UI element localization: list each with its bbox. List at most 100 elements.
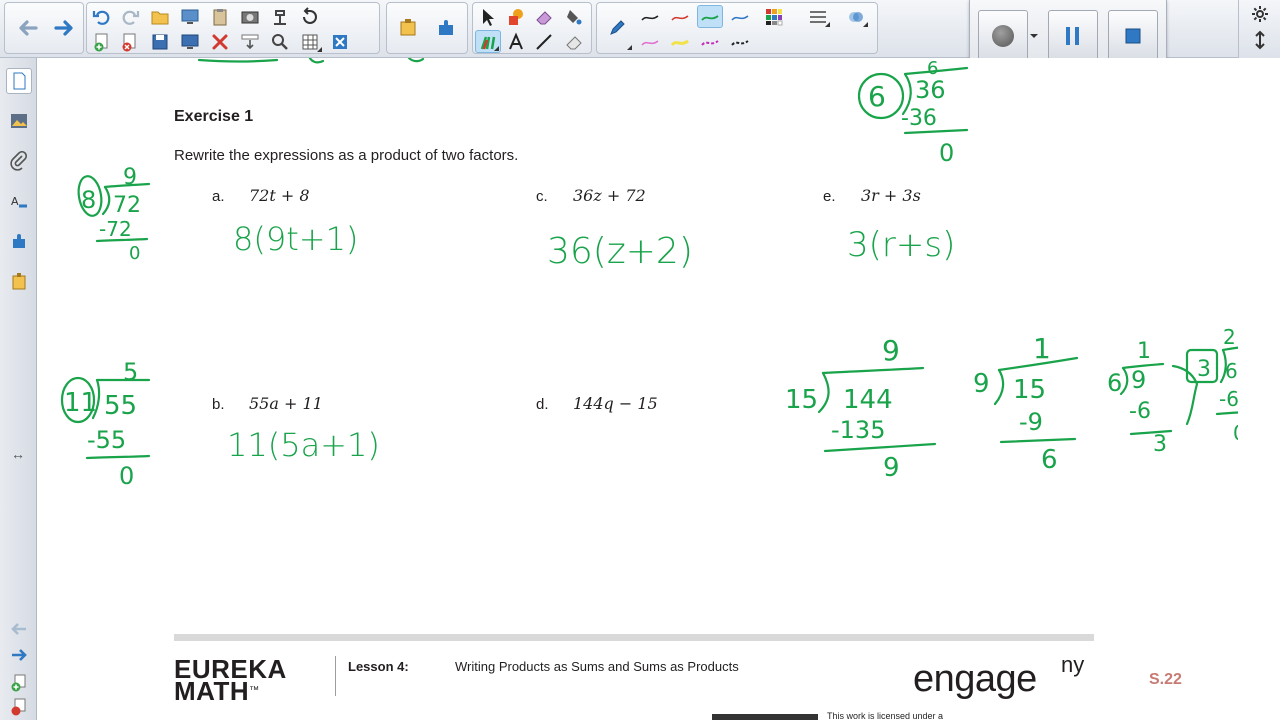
stroke-preview-icon	[701, 39, 719, 46]
eraser-tool[interactable]	[531, 5, 557, 28]
ink-quotient: 5	[123, 358, 138, 386]
chevron-down-icon	[1030, 34, 1038, 38]
folder-icon	[151, 11, 169, 24]
record-options-dropdown[interactable]	[1028, 10, 1040, 62]
ink-division-bracket	[817, 371, 830, 414]
sidebar-add-page-button[interactable]	[6, 670, 32, 696]
rotate-button[interactable]	[297, 5, 323, 28]
highlighter-eraser-tool[interactable]	[561, 30, 587, 53]
monitor-icon	[181, 9, 199, 24]
page-sorter-tab[interactable]	[6, 68, 32, 94]
toolbar-position-button[interactable]	[1247, 28, 1273, 51]
add-ons-tab[interactable]	[6, 228, 32, 254]
properties-icon: A	[11, 195, 27, 208]
back-arrow-icon	[11, 623, 26, 635]
delete-page-icon	[11, 698, 26, 716]
pen-style-5[interactable]	[637, 30, 663, 53]
screen-shade-button[interactable]	[177, 30, 203, 53]
gallery-tab[interactable]	[6, 108, 32, 134]
ink-division-6b: 1 6 9 -6 3	[1107, 339, 1199, 457]
add-page-icon	[11, 674, 26, 692]
edit-group	[86, 2, 380, 54]
undo-icon	[92, 10, 110, 25]
delete-button[interactable]	[207, 30, 233, 53]
whiteboard-page[interactable]: Exercise 1 Rewrite the expressions as a …	[37, 58, 1238, 720]
fullscreen-icon	[333, 34, 347, 49]
pen-style-6[interactable]	[667, 30, 693, 53]
select-icon	[483, 8, 494, 26]
ink-dividend: 36	[915, 76, 946, 104]
ink-remainder: 0	[129, 243, 140, 264]
insert-table-button[interactable]	[297, 30, 323, 53]
pens-tool[interactable]	[475, 30, 501, 53]
pen-style-2[interactable]	[667, 5, 693, 28]
add-page-icon	[94, 33, 108, 51]
record-icon	[992, 25, 1014, 47]
pause-button[interactable]	[1048, 10, 1098, 62]
ink-answer-a: 8(9t+1)	[233, 220, 358, 258]
delete-page-button[interactable]	[117, 30, 143, 53]
redo-button[interactable]	[117, 5, 143, 28]
ink-rule	[85, 454, 151, 460]
pen-style-1[interactable]	[637, 5, 663, 28]
record-button[interactable]	[978, 10, 1028, 62]
ink-layer[interactable]: 9 8 72 -72 0 6 6 36 -36 0 8(9t+1) 36(z+2…	[37, 58, 1238, 720]
stroke-preview-icon	[731, 14, 749, 21]
gear-icon	[1252, 5, 1268, 22]
sidebar-previous-button[interactable]	[6, 616, 32, 642]
undo-button[interactable]	[89, 5, 115, 28]
fullscreen-button[interactable]	[327, 30, 353, 53]
save-icon	[152, 34, 168, 49]
pen-style-7[interactable]	[697, 30, 723, 53]
line-tool[interactable]	[531, 30, 557, 53]
transparency-button[interactable]	[843, 5, 869, 28]
shapes-tool[interactable]	[503, 5, 529, 28]
gallery-button[interactable]	[391, 5, 425, 51]
stroke-preview-icon	[641, 39, 659, 46]
stroke-preview-icon	[731, 39, 749, 46]
text-tool[interactable]	[503, 30, 529, 53]
ink-division-bracket	[993, 368, 1005, 406]
color-palette-icon	[766, 8, 783, 25]
add-ons-button[interactable]	[429, 5, 463, 51]
gallery-icon	[400, 19, 416, 36]
line-style-button[interactable]	[805, 5, 831, 28]
dropdown-indicator	[863, 22, 868, 27]
pen-style-4[interactable]	[727, 5, 753, 28]
pen-style-3[interactable]	[697, 5, 723, 28]
add-page-button[interactable]	[89, 30, 115, 53]
smart-notebook-window: A ↔ Exercise 1 Rewrite the expressions a…	[0, 0, 1280, 720]
open-file-button[interactable]	[147, 5, 173, 28]
stop-button[interactable]	[1108, 10, 1158, 62]
next-page-button[interactable]	[47, 5, 81, 51]
lesson-activity-tab[interactable]	[6, 268, 32, 294]
sidebar-resize-handle[interactable]: ↔	[8, 446, 28, 462]
screen-reveal-button[interactable]	[237, 30, 263, 53]
pause-icon	[1066, 27, 1079, 45]
previous-page-button[interactable]	[11, 5, 45, 51]
doc-camera-icon	[274, 9, 286, 25]
sidebar-delete-page-button[interactable]	[6, 694, 32, 720]
select-tool[interactable]	[475, 5, 501, 28]
ink-subtract: -36	[901, 106, 937, 131]
pen-type-button[interactable]	[601, 5, 633, 51]
tools-group	[472, 2, 592, 54]
attachments-tab[interactable]	[6, 148, 32, 174]
settings-button[interactable]	[1247, 2, 1273, 25]
document-camera-button[interactable]	[267, 5, 293, 28]
fill-tool[interactable]	[561, 5, 587, 28]
save-button[interactable]	[147, 30, 173, 53]
color-palette-button[interactable]	[761, 5, 787, 28]
display-button[interactable]	[177, 5, 203, 28]
zoom-button[interactable]	[267, 30, 293, 53]
eraser-icon	[566, 35, 582, 49]
forward-arrow-icon	[54, 20, 73, 36]
properties-tab[interactable]: A	[6, 188, 32, 214]
ink-division-6: 6 6 36 -36 0	[857, 58, 969, 167]
ink-divisor: 6	[868, 80, 886, 113]
pen-style-8[interactable]	[727, 30, 753, 53]
screen-capture-button[interactable]	[237, 5, 263, 28]
screen-shade-icon	[181, 34, 199, 49]
paste-button[interactable]	[207, 5, 233, 28]
sidebar-next-button[interactable]	[6, 642, 32, 668]
